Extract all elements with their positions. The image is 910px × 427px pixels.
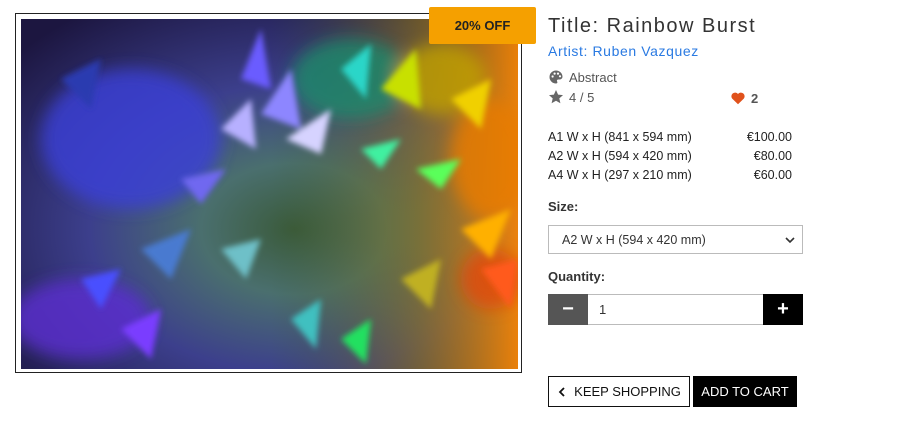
size-label: Size: — [548, 199, 579, 214]
price-size: A4 W x H (297 x 210 mm) — [548, 168, 692, 182]
add-to-cart-button[interactable]: ADD TO CART — [693, 376, 797, 407]
discount-badge: 20% OFF — [429, 7, 536, 44]
rating-value: 4 / 5 — [569, 89, 595, 105]
star-icon — [549, 90, 563, 104]
heart-icon[interactable] — [730, 90, 746, 106]
product-image — [21, 19, 518, 369]
palette-icon — [549, 70, 563, 84]
price-size: A2 W x H (594 x 420 mm) — [548, 149, 692, 163]
price-value: €60.00 — [753, 168, 792, 182]
chevron-left-icon — [558, 386, 565, 397]
chevron-down-icon — [785, 237, 795, 244]
price-value: €100.00 — [746, 130, 792, 144]
rating: 4 / 5 — [548, 89, 594, 105]
price-list: A1 W x H (841 x 594 mm) €100.00 A2 W x H… — [548, 128, 792, 185]
price-row: A2 W x H (594 x 420 mm) €80.00 — [548, 147, 792, 166]
artist-link[interactable]: Artist: Ruben Vazquez — [548, 43, 699, 59]
product-image-frame — [15, 13, 522, 373]
category-label: Abstract — [569, 69, 617, 85]
likes[interactable]: 2 — [730, 90, 758, 106]
price-row: A1 W x H (841 x 594 mm) €100.00 — [548, 128, 792, 147]
quantity-increase-button[interactable]: + — [763, 294, 803, 325]
size-select[interactable]: A2 W x H (594 x 420 mm) — [548, 225, 803, 254]
quantity-stepper: − 1 + — [548, 294, 803, 325]
category: Abstract — [548, 69, 617, 85]
quantity-decrease-button[interactable]: − — [548, 294, 588, 325]
quantity-label: Quantity: — [548, 269, 606, 284]
price-row: A4 W x H (297 x 210 mm) €60.00 — [548, 166, 792, 185]
quantity-input[interactable]: 1 — [588, 294, 763, 325]
size-select-value: A2 W x H (594 x 420 mm) — [562, 232, 706, 247]
keep-shopping-button[interactable]: KEEP SHOPPING — [548, 376, 690, 407]
keep-shopping-label: KEEP SHOPPING — [574, 384, 681, 399]
price-size: A1 W x H (841 x 594 mm) — [548, 130, 692, 144]
product-title: Title: Rainbow Burst — [548, 15, 757, 37]
price-value: €80.00 — [753, 149, 792, 163]
likes-count: 2 — [751, 90, 759, 106]
